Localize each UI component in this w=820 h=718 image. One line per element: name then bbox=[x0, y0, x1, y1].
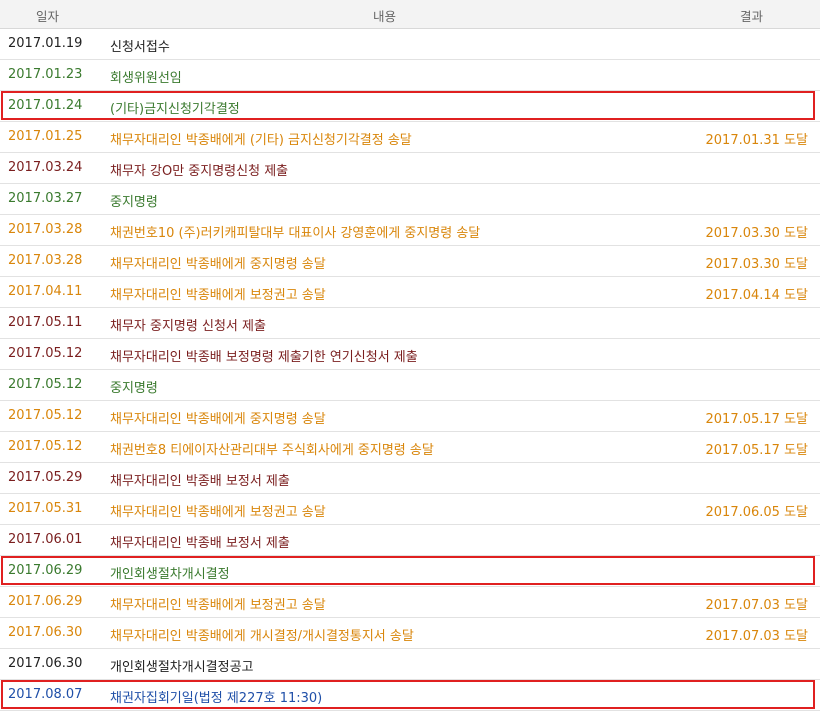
row-content: 채권번호8 티에이자산관리대부 주식회사에게 중지명령 송달 bbox=[110, 443, 434, 458]
row-content: 채무자 강O만 중지명령신청 제출 bbox=[110, 164, 289, 179]
row-date: 2017.03.28 bbox=[8, 222, 83, 237]
table-row: 2017.01.25 채무자대리인 박종배에게 (기타) 금지신청기각결정 송달 2… bbox=[0, 122, 820, 153]
case-history-table: 일자 내용 결과 2017.01.19 신청서접수 2017.01.23 회생위원선임… bbox=[0, 0, 820, 711]
header-result: 결과 bbox=[740, 9, 764, 24]
row-content: 채무자대리인 박종배에게 (기타) 금지신청기각결정 송달 bbox=[110, 133, 412, 148]
header-content: 내용 bbox=[373, 9, 397, 24]
table-row: 2017.03.28 채무자대리인 박종배에게 중지명령 송달 2017.03.30… bbox=[0, 246, 820, 277]
row-content: 채무자대리인 박종배에게 보정권고 송달 bbox=[110, 598, 326, 613]
table-header: 일자 내용 결과 bbox=[0, 0, 820, 29]
row-date: 2017.06.30 bbox=[8, 656, 83, 671]
row-content: 채무자대리인 박종배에게 중지명령 송달 bbox=[110, 257, 326, 272]
header-date: 일자 bbox=[36, 9, 60, 24]
table-row: 2017.04.11 채무자대리인 박종배에게 보정권고 송달 2017.04.14… bbox=[0, 277, 820, 308]
row-content: 개인회생절차개시결정 bbox=[110, 567, 230, 582]
row-result: 2017.01.31 도달 bbox=[705, 133, 809, 148]
row-date: 2017.05.12 bbox=[8, 377, 83, 392]
row-content: 개인회생절차개시결정공고 bbox=[110, 660, 254, 675]
row-date: 2017.05.12 bbox=[8, 408, 83, 423]
row-content: (기타)금지신청기각결정 bbox=[110, 102, 240, 117]
table-row: 2017.05.31 채무자대리인 박종배에게 보정권고 송달 2017.06.05… bbox=[0, 494, 820, 525]
row-content: 채무자대리인 박종배에게 개시결정/개시결정통지서 송달 bbox=[110, 629, 414, 644]
table-row: 2017.05.11 채무자 중지명령 신청서 제출 bbox=[0, 308, 820, 339]
row-content: 채무자 중지명령 신청서 제출 bbox=[110, 319, 266, 334]
row-date: 2017.03.27 bbox=[8, 191, 83, 206]
row-date: 2017.05.12 bbox=[8, 346, 83, 361]
row-content: 채무자대리인 박종배 보정서 제출 bbox=[110, 536, 290, 551]
row-content: 채무자대리인 박종배 보정명령 제출기한 연기신청서 제출 bbox=[110, 350, 418, 365]
table-row: 2017.03.27 중지명령 bbox=[0, 184, 820, 215]
row-content: 회생위원선임 bbox=[110, 71, 182, 86]
row-date: 2017.01.19 bbox=[8, 36, 83, 51]
row-content: 채무자대리인 박종배에게 중지명령 송달 bbox=[110, 412, 326, 427]
row-date: 2017.05.29 bbox=[8, 470, 83, 485]
row-date: 2017.01.23 bbox=[8, 67, 83, 82]
row-date: 2017.03.28 bbox=[8, 253, 83, 268]
table-row: 2017.05.12 채권번호8 티에이자산관리대부 주식회사에게 중지명령 송달… bbox=[0, 432, 820, 463]
table-row: 2017.01.23 회생위원선임 bbox=[0, 60, 820, 91]
table-row-highlighted: 2017.06.29 개인회생절차개시결정 bbox=[0, 556, 820, 587]
table-body: 2017.01.19 신청서접수 2017.01.23 회생위원선임 2017.01.2… bbox=[0, 29, 820, 711]
row-result: 2017.03.30 도달 bbox=[705, 257, 809, 272]
table-row: 2017.01.19 신청서접수 bbox=[0, 29, 820, 60]
row-date: 2017.05.31 bbox=[8, 501, 83, 516]
table-row: 2017.03.24 채무자 강O만 중지명령신청 제출 bbox=[0, 153, 820, 184]
row-result: 2017.07.03 도달 bbox=[705, 629, 809, 644]
row-date: 2017.06.29 bbox=[8, 563, 83, 578]
row-date: 2017.04.11 bbox=[8, 284, 83, 299]
table-row-highlighted: 2017.01.24 (기타)금지신청기각결정 bbox=[0, 91, 820, 122]
row-result: 2017.06.05 도달 bbox=[705, 505, 809, 520]
row-content: 중지명령 bbox=[110, 381, 158, 396]
row-content: 신청서접수 bbox=[110, 40, 170, 55]
row-content: 채무자대리인 박종배 보정서 제출 bbox=[110, 474, 290, 489]
table-row: 2017.05.12 채무자대리인 박종배에게 중지명령 송달 2017.05.17… bbox=[0, 401, 820, 432]
row-content: 채권번호10 (주)러키캐피탈대부 대표이사 강영훈에게 중지명령 송달 bbox=[110, 226, 481, 241]
row-content: 채무자대리인 박종배에게 보정권고 송달 bbox=[110, 505, 326, 520]
row-result: 2017.07.03 도달 bbox=[705, 598, 809, 613]
row-result: 2017.03.30 도달 bbox=[705, 226, 809, 241]
table-row: 2017.06.01 채무자대리인 박종배 보정서 제출 bbox=[0, 525, 820, 556]
row-result: 2017.04.14 도달 bbox=[705, 288, 809, 303]
row-content: 채무자대리인 박종배에게 보정권고 송달 bbox=[110, 288, 326, 303]
table-row: 2017.05.29 채무자대리인 박종배 보정서 제출 bbox=[0, 463, 820, 494]
table-row: 2017.06.30 채무자대리인 박종배에게 개시결정/개시결정통지서 송달 20… bbox=[0, 618, 820, 649]
table-row: 2017.05.12 중지명령 bbox=[0, 370, 820, 401]
row-date: 2017.06.01 bbox=[8, 532, 83, 547]
row-content: 채권자집회기일(법정 제227호 11:30) bbox=[110, 691, 323, 706]
row-date: 2017.05.12 bbox=[8, 439, 83, 454]
table-row: 2017.03.28 채권번호10 (주)러키캐피탈대부 대표이사 강영훈에게 중… bbox=[0, 215, 820, 246]
row-date: 2017.06.29 bbox=[8, 594, 83, 609]
row-result: 2017.05.17 도달 bbox=[705, 443, 809, 458]
row-date: 2017.08.07 bbox=[8, 687, 83, 702]
table-row: 2017.06.30 개인회생절차개시결정공고 bbox=[0, 649, 820, 680]
table-row-highlighted: 2017.08.07 채권자집회기일(법정 제227호 11:30) bbox=[0, 680, 820, 711]
row-date: 2017.06.30 bbox=[8, 625, 83, 640]
row-date: 2017.01.24 bbox=[8, 98, 83, 113]
row-date: 2017.01.25 bbox=[8, 129, 83, 144]
row-content: 중지명령 bbox=[110, 195, 158, 210]
table-row: 2017.06.29 채무자대리인 박종배에게 보정권고 송달 2017.07.03… bbox=[0, 587, 820, 618]
row-result: 2017.05.17 도달 bbox=[705, 412, 809, 427]
row-date: 2017.03.24 bbox=[8, 160, 83, 175]
row-date: 2017.05.11 bbox=[8, 315, 83, 330]
table-row: 2017.05.12 채무자대리인 박종배 보정명령 제출기한 연기신청서 제출 bbox=[0, 339, 820, 370]
